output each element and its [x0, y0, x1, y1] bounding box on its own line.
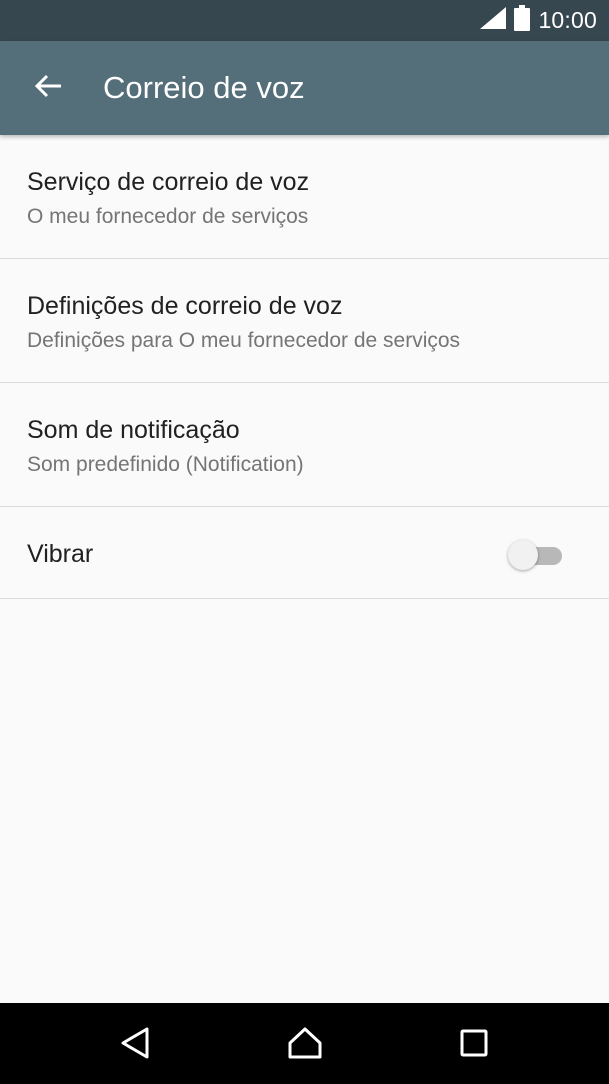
setting-subtitle: O meu fornecedor de serviços [27, 205, 309, 228]
battery-icon [514, 5, 531, 36]
setting-vibrate[interactable]: Vibrar [0, 507, 609, 599]
setting-title: Definições de correio de voz [27, 292, 343, 320]
nav-home-button[interactable] [283, 1023, 327, 1067]
setting-voicemail-settings[interactable]: Definições de correio de voz Definições … [0, 259, 609, 383]
app-bar: Correio de voz [0, 41, 609, 135]
back-button[interactable] [24, 64, 72, 112]
toggle-thumb [508, 540, 538, 570]
setting-title: Vibrar [27, 540, 94, 568]
setting-title: Serviço de correio de voz [27, 168, 310, 196]
page-title: Correio de voz [103, 70, 305, 105]
back-triangle-icon [119, 1026, 151, 1065]
navigation-bar [0, 1003, 609, 1084]
setting-subtitle: Definições para O meu fornecedor de serv… [27, 329, 461, 352]
setting-notification-sound[interactable]: Som de notificação Som predefinido (Noti… [0, 383, 609, 507]
status-bar: 10:00 [0, 0, 609, 41]
home-icon [287, 1026, 323, 1065]
status-time: 10:00 [538, 7, 597, 33]
nav-back-button[interactable] [113, 1023, 157, 1067]
nav-recents-button[interactable] [452, 1023, 496, 1067]
setting-subtitle: Som predefinido (Notification) [27, 453, 304, 476]
status-icons: 10:00 [480, 0, 597, 41]
signal-icon [480, 7, 507, 34]
vibrate-toggle[interactable] [508, 537, 564, 571]
setting-title: Som de notificação [27, 416, 240, 444]
arrow-left-icon [34, 74, 62, 103]
recents-icon [459, 1028, 489, 1063]
setting-voicemail-service[interactable]: Serviço de correio de voz O meu forneced… [0, 135, 609, 259]
settings-list: Serviço de correio de voz O meu forneced… [0, 135, 609, 599]
